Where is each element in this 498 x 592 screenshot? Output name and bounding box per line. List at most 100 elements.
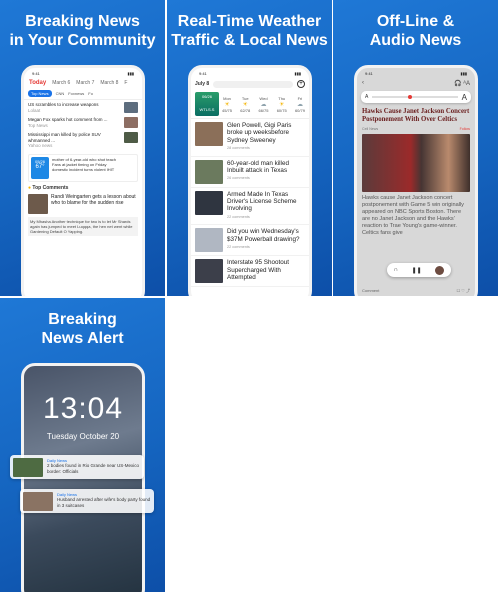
news-thumbnail xyxy=(195,228,223,253)
headphones-icon[interactable]: 🎧 xyxy=(454,81,461,87)
comment-quote: My Mhasha Another technique for two is t… xyxy=(28,216,138,236)
lock-date: Tuesday October 20 xyxy=(46,432,120,441)
news-meta: 22 comments xyxy=(227,214,250,219)
list-item[interactable]: Mississippi man killed by police SUV whm… xyxy=(24,130,142,151)
title-line2: in Your Community xyxy=(9,32,156,49)
news-title: Armed Made In Texas Driver's License Sch… xyxy=(227,190,297,213)
sun-icon: ☀ xyxy=(242,101,248,108)
tab-march-6[interactable]: March 6 xyxy=(52,80,70,86)
article-body: Hawks cause Janet Jackson concert postpo… xyxy=(362,195,464,236)
weather-widget[interactable]: 05/26 67° mother of 6-year-old who shot … xyxy=(28,153,138,182)
panel-weather-traffic: Real-Time Weather Traffic & Local News 9… xyxy=(167,0,332,296)
font-large-icon[interactable]: A xyxy=(462,93,467,102)
search-input[interactable] xyxy=(213,80,293,88)
date-tabs: Today March 6 March 7 March 8 F xyxy=(24,78,142,88)
news-thumbnail xyxy=(124,102,138,113)
panel-offline-audio: Off-Line & Audio News 9:41 ▮▮▮ ‹ 🎧 ᴬA A A… xyxy=(333,0,498,296)
list-item[interactable]: US scrambles to increase weapons Lolaat xyxy=(24,100,142,115)
font-size-control[interactable]: A A xyxy=(361,91,471,103)
lock-time: 13:04 xyxy=(42,392,124,425)
headphones-icon: ∩ xyxy=(393,267,399,273)
list-item[interactable]: Megan Fox sparks hot comment from ... Top… xyxy=(24,115,142,130)
avatar xyxy=(435,265,445,275)
news-title: Megan Fox sparks hot comment from ... xyxy=(28,117,108,122)
news-meta: 28 comments xyxy=(227,146,250,151)
title-line2: News Alert xyxy=(41,330,124,347)
source-foxnews[interactable]: Foxnews xyxy=(68,91,84,96)
date-selector[interactable]: July 8 xyxy=(195,81,209,87)
list-item[interactable]: Did you win Wednesday's $37M Powerball d… xyxy=(191,225,309,257)
back-icon[interactable]: ‹ xyxy=(362,80,364,87)
list-item[interactable]: Glen Powell, Gigi Paris broke up weeksbe… xyxy=(191,119,309,157)
status-bar: 9:41 ▮▮▮ xyxy=(32,70,134,76)
news-thumbnail xyxy=(195,190,223,215)
follow-button[interactable]: Follow xyxy=(460,127,470,131)
add-icon[interactable]: + xyxy=(297,80,305,88)
font-size-slider[interactable] xyxy=(372,95,458,99)
share-icon[interactable]: ⤴ xyxy=(466,288,470,293)
title-line2: Audio News xyxy=(369,32,462,49)
news-title: 60-year-old man killed Inbuilt attack in… xyxy=(227,159,289,175)
tab-march-7[interactable]: March 7 xyxy=(76,80,94,86)
cloud-icon: ☁ xyxy=(260,101,267,108)
title-line2: Traffic & Local News xyxy=(171,32,328,49)
source-more[interactable]: Fo xyxy=(88,91,93,96)
font-small-icon[interactable]: A xyxy=(365,94,368,100)
source-cnn[interactable]: CNN xyxy=(56,91,65,96)
news-thumbnail xyxy=(195,259,223,284)
news-meta: 22 comments xyxy=(227,245,250,250)
tab-today[interactable]: Today xyxy=(29,80,46,86)
weather-widget[interactable]: 06/26 WTLS.S Mon ☀ 45/75 Tue ☀ 62/78 Wed ☁ 66/… xyxy=(191,90,309,119)
news-title: Interstate 95 Shootout Supercharged With… xyxy=(227,259,289,282)
title-line1: Breaking xyxy=(48,311,117,328)
weather-bullet: domestic incident turns violent IHIT xyxy=(52,166,115,172)
article-footer: Comment ☐ ♡ ⤴ xyxy=(357,288,475,294)
panel-title: Off-Line & Audio News xyxy=(333,12,498,50)
news-title: Glen Powell, Gigi Paris broke up weeksbe… xyxy=(227,122,292,144)
list-item[interactable]: Interstate 95 Shootout Supercharged With… xyxy=(191,256,309,288)
news-meta: Top News xyxy=(28,122,48,128)
panel-title: Breaking News Alert xyxy=(0,310,165,348)
comment-input[interactable]: Comment xyxy=(362,288,379,294)
comment-thumbnail xyxy=(28,193,48,214)
list-item[interactable]: 60-year-old man killed Inbuilt attack in… xyxy=(191,157,309,188)
phone-mockup: 9:41 ▮▮▮ Today March 6 March 7 March 8 F … xyxy=(21,65,145,296)
status-bar: 9:41 ▮▮▮ xyxy=(365,70,467,76)
list-item[interactable]: Armed Made In Texas Driver's License Sch… xyxy=(191,188,309,226)
audio-player[interactable]: ∩ ❚❚ xyxy=(387,263,451,277)
notification[interactable]: Daily News Husband arrested after wife's… xyxy=(20,489,154,513)
pause-icon[interactable]: ❚❚ xyxy=(412,267,422,274)
notification-text: Husband arrested after wife's body party… xyxy=(57,497,151,508)
news-meta: Lolaat xyxy=(28,107,41,113)
news-title: Did you win Wednesday's $37M Powerball d… xyxy=(227,228,300,243)
panel-community-news: Breaking News in Your Community 9:41 ▮▮▮ … xyxy=(0,0,165,296)
cloud-icon: ☁ xyxy=(296,101,303,108)
panel-title: Real-Time Weather Traffic & Local News xyxy=(167,12,332,50)
panel-title: Breaking News in Your Community xyxy=(0,12,165,50)
tab-more[interactable]: F xyxy=(124,80,127,86)
news-thumbnail xyxy=(124,117,138,128)
sun-icon: ☀ xyxy=(279,101,285,108)
news-meta: Yahoo news xyxy=(28,143,53,148)
weather-card: 06/26 WTLS.S xyxy=(195,92,219,116)
byline: Cell News xyxy=(362,127,379,131)
notification-thumbnail xyxy=(23,492,53,511)
news-thumbnail xyxy=(195,122,223,146)
source-top-news[interactable]: Top News xyxy=(28,90,52,97)
comment-icon[interactable]: ☐ xyxy=(457,288,461,293)
news-thumbnail xyxy=(124,132,138,143)
title-line1: Real-Time Weather xyxy=(177,13,322,30)
tab-march-8[interactable]: March 8 xyxy=(100,80,118,86)
like-icon[interactable]: ♡ xyxy=(461,288,465,293)
notification[interactable]: Daily News 2 bodies found in Rio Grande … xyxy=(10,455,144,479)
top-comments-header: ● Top Comments xyxy=(28,184,69,191)
comment-item[interactable]: Randi Weingarten gets a lesson about who… xyxy=(28,193,138,214)
news-meta: 26 comments xyxy=(227,176,250,181)
comment-title: Randi Weingarten gets a lesson about who… xyxy=(51,193,136,206)
article-image xyxy=(362,134,470,192)
news-thumbnail xyxy=(195,159,223,184)
article-headline: Hawks Cause Janet Jackson Concert Postpo… xyxy=(362,108,470,123)
font-size-icon[interactable]: ᴬA xyxy=(463,81,470,87)
weather-card: 05/26 67° xyxy=(31,156,49,179)
news-title: Mississippi man killed by police SUV whm… xyxy=(28,132,101,143)
